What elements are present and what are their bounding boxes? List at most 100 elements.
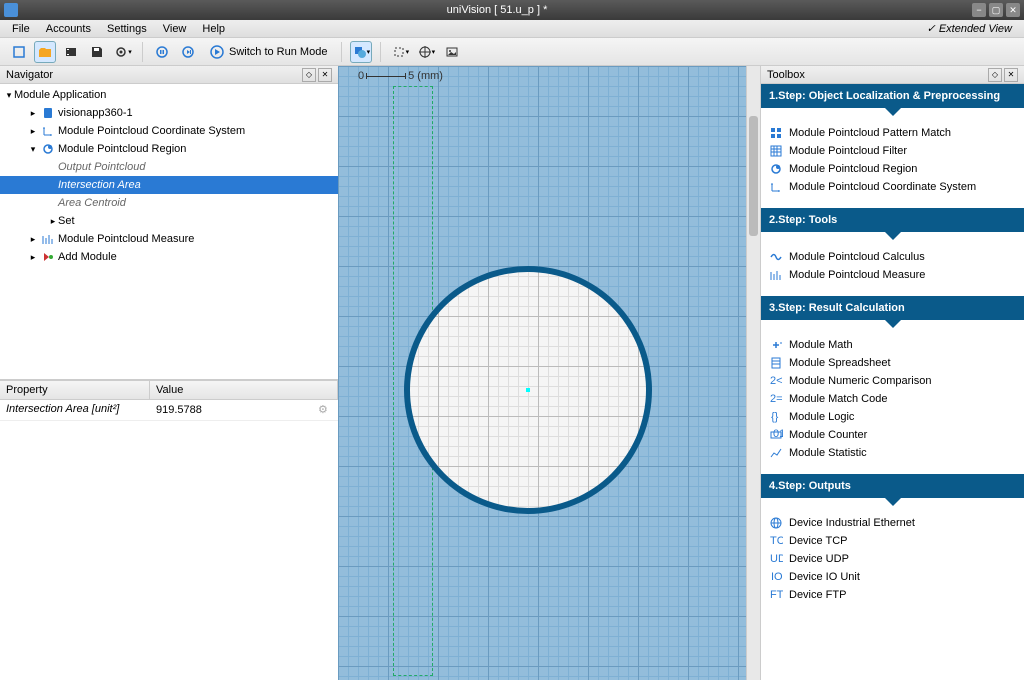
tool-crop-button[interactable]: ▾ [389, 41, 411, 63]
toolbox-item[interactable]: Module Pointcloud Region [769, 160, 1016, 178]
minimize-button[interactable]: − [972, 3, 986, 17]
menu-help[interactable]: Help [194, 23, 233, 35]
toolbox-item-label: Module Pointcloud Filter [789, 145, 907, 157]
pattern-icon [769, 126, 783, 140]
toolbox-close-button[interactable]: ✕ [1004, 68, 1018, 82]
toolbox-item-label: Module Counter [789, 429, 867, 441]
navigator-header: Navigator ◇ ✕ [0, 66, 338, 84]
coord-icon [40, 124, 56, 138]
toolbox-item-label: Device Industrial Ethernet [789, 517, 915, 529]
toolbox-item[interactable]: UDPDevice UDP [769, 550, 1016, 568]
toolbox-item[interactable]: Module Pointcloud Pattern Match [769, 124, 1016, 142]
toolbox-item[interactable]: Module Pointcloud Filter [769, 142, 1016, 160]
toolbox-item[interactable]: 2<1 Module Numeric Comparison [769, 372, 1016, 390]
tree-root[interactable]: ▾Module Application [0, 86, 338, 104]
tool-new-button[interactable] [8, 41, 30, 63]
property-row[interactable]: Intersection Area [unit²]919.5788⚙ [0, 400, 338, 421]
tree-item[interactable]: Intersection Area [0, 176, 338, 194]
menu-view[interactable]: View [155, 23, 195, 35]
navigator-title: Navigator [6, 69, 300, 81]
calc-icon [769, 250, 783, 264]
tool-shapes-button[interactable]: ▾ [350, 41, 372, 63]
menu-bar: File Accounts Settings View Help ✓ Exten… [0, 20, 1024, 38]
toolbox-item[interactable]: Device Industrial Ethernet [769, 514, 1016, 532]
toolbox-item[interactable]: Module Spreadsheet [769, 354, 1016, 372]
toolbox-item[interactable]: Module Pointcloud Calculus [769, 248, 1016, 266]
toolbox-item[interactable]: TCP Device TCP [769, 532, 1016, 550]
menu-accounts[interactable]: Accounts [38, 23, 99, 35]
toolbox-item[interactable]: 01 Module Counter [769, 426, 1016, 444]
udp-icon: UDP [769, 552, 783, 566]
svg-text:01: 01 [773, 428, 783, 440]
canvas-ruler: 0 5 (mm) [358, 70, 443, 82]
close-button[interactable]: ✕ [1006, 3, 1020, 17]
toolbox-item-label: Device TCP [789, 535, 847, 547]
step-header: 1.Step: Object Localization & Preprocess… [761, 84, 1024, 108]
property-value: 919.5788 [156, 404, 318, 416]
tree-item[interactable]: Area Centroid [0, 194, 338, 212]
toolbox-item[interactable]: FTP Device FTP [769, 586, 1016, 604]
tool-save-button[interactable] [86, 41, 108, 63]
tool-record-button[interactable]: ▾ [112, 41, 134, 63]
tool-target-button[interactable]: ▾ [415, 41, 437, 63]
tree-item[interactable]: ▸Set [0, 212, 338, 230]
step-header: 4.Step: Outputs [761, 474, 1024, 498]
menu-settings[interactable]: Settings [99, 23, 155, 35]
tool-film-button[interactable] [60, 41, 82, 63]
toolbox-item[interactable]: IO Device IO Unit [769, 568, 1016, 586]
coord-icon [769, 180, 783, 194]
logic-icon: {} [769, 410, 783, 424]
toolbox-item-label: Module Pointcloud Region [789, 163, 917, 175]
tool-open-button[interactable] [34, 41, 56, 63]
toolbox-item[interactable]: Module Pointcloud Measure [769, 266, 1016, 284]
matchcode-icon: 2=1 [769, 392, 783, 406]
math-icon [769, 338, 783, 352]
toolbox-item-label: Device IO Unit [789, 571, 860, 583]
play-icon [209, 44, 225, 60]
canvas-scrollbar[interactable] [746, 66, 760, 680]
svg-text:TCP: TCP [770, 535, 783, 547]
toolbox-item[interactable]: 2=1Module Match Code [769, 390, 1016, 408]
scrollbar-thumb[interactable] [749, 116, 758, 236]
toolbox-item-label: Module Statistic [789, 447, 867, 459]
toolbox-item[interactable]: Module Statistic [769, 444, 1016, 462]
filter-icon [769, 144, 783, 158]
step-header: 3.Step: Result Calculation [761, 296, 1024, 320]
measure-icon [769, 268, 783, 282]
navigator-close-button[interactable]: ✕ [318, 68, 332, 82]
toolbox-item[interactable]: Module Pointcloud Coordinate System [769, 178, 1016, 196]
add-icon [40, 250, 56, 264]
toolbox-item-label: Device FTP [789, 589, 846, 601]
toolbox-detach-button[interactable]: ◇ [988, 68, 1002, 82]
toolbox-panel: 1.Step: Object Localization & Preprocess… [761, 84, 1024, 680]
tool-step-button[interactable] [177, 41, 199, 63]
extended-view-toggle[interactable]: ✓ Extended View [919, 22, 1020, 35]
region-icon [40, 142, 56, 156]
tree-item[interactable]: ▸Module Pointcloud Coordinate System [0, 122, 338, 140]
toolbar: ▾ Switch to Run Mode ▾ ▾ ▾ [0, 38, 1024, 66]
tree-item[interactable]: ▸Module Pointcloud Measure [0, 230, 338, 248]
canvas-viewport[interactable]: 0 5 (mm) [338, 66, 760, 680]
toolbox-item[interactable]: Module Math [769, 336, 1016, 354]
gear-icon[interactable]: ⚙ [318, 403, 332, 417]
toolbox-item[interactable]: {}Module Logic [769, 408, 1016, 426]
run-mode-button[interactable]: Switch to Run Mode [203, 44, 333, 60]
navigator-detach-button[interactable]: ◇ [302, 68, 316, 82]
svg-text:FTP: FTP [770, 589, 783, 601]
toolbox-item-label: Module Numeric Comparison [789, 375, 931, 387]
tree-item[interactable]: Output Pointcloud [0, 158, 338, 176]
toolbox-item-label: Module Pointcloud Measure [789, 269, 925, 281]
tree-item[interactable]: ▸visionapp360-1 [0, 104, 338, 122]
tool-pause-button[interactable] [151, 41, 173, 63]
maximize-button[interactable]: ▢ [989, 3, 1003, 17]
window-title: uniVision [ 51.u_p ] * [22, 4, 972, 16]
step-header: 2.Step: Tools [761, 208, 1024, 232]
region-icon [769, 162, 783, 176]
tool-image-button[interactable] [441, 41, 463, 63]
svg-text:IO: IO [771, 571, 783, 583]
tcp-icon: TCP [769, 534, 783, 548]
menu-file[interactable]: File [4, 23, 38, 35]
svg-text:2<1: 2<1 [770, 375, 783, 387]
tree-item[interactable]: ▸Add Module [0, 248, 338, 266]
tree-item[interactable]: ▾Module Pointcloud Region [0, 140, 338, 158]
